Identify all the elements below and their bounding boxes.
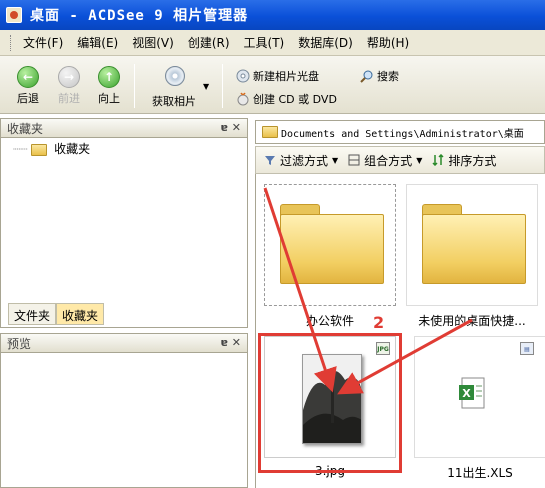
annotation-arrows bbox=[263, 187, 473, 395]
annotation-arrow bbox=[337, 318, 473, 395]
annotation-arrow bbox=[263, 187, 337, 393]
